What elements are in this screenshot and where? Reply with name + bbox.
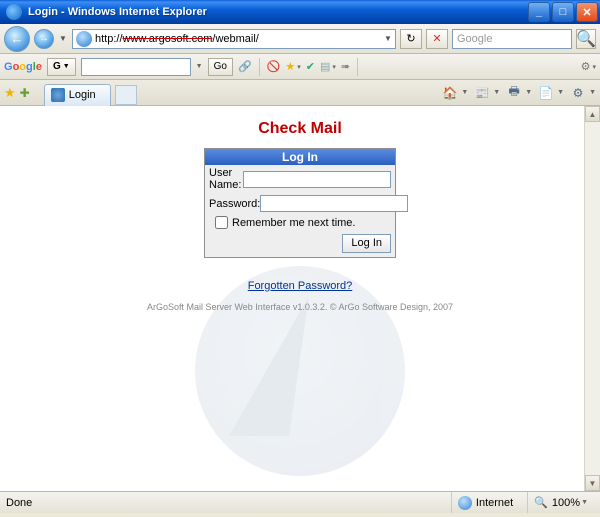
tab-favicon bbox=[51, 88, 65, 102]
remember-checkbox[interactable] bbox=[215, 216, 228, 229]
google-autofill-icon[interactable]: ▤ bbox=[320, 60, 330, 73]
page-footer-text: ArGoSoft Mail Server Web Interface v1.0.… bbox=[0, 302, 600, 312]
google-toolbar: Google G▼ ▼ Go 🔗 🚫 ★▾ ✔ ▤▾ ➠ ⚙▾ bbox=[0, 54, 600, 80]
search-box[interactable]: Google bbox=[452, 29, 572, 49]
login-panel: Log In User Name: Password: Remember me … bbox=[204, 148, 396, 258]
separator bbox=[259, 58, 260, 76]
password-label: Password: bbox=[209, 198, 260, 210]
minimize-button[interactable]: _ bbox=[528, 2, 550, 22]
window-title: Login - Windows Internet Explorer bbox=[26, 6, 526, 18]
tools-button[interactable]: ⚙ bbox=[570, 85, 586, 101]
username-label: User Name: bbox=[209, 167, 243, 191]
stop-button[interactable]: ✕ bbox=[426, 29, 448, 49]
stop-icon: ✕ bbox=[432, 32, 441, 45]
content-area: Check Mail Log In User Name: Password: R… bbox=[0, 106, 600, 491]
back-button[interactable]: ← bbox=[4, 26, 30, 52]
zoom-icon: 🔍 bbox=[534, 496, 548, 509]
url-text: http://www.argosoft.com/webmail/ bbox=[95, 33, 381, 45]
google-search-dropdown[interactable]: ▼ bbox=[196, 63, 203, 70]
google-link-icon[interactable]: 🔗 bbox=[238, 60, 252, 73]
status-bar: Done Internet 🔍 100% ▼ bbox=[0, 491, 600, 513]
status-zone-internet: Internet bbox=[451, 492, 519, 513]
zoom-value: 100% bbox=[552, 497, 580, 509]
vertical-scrollbar[interactable]: ▲ ▼ bbox=[584, 106, 600, 491]
tab-login[interactable]: Login bbox=[44, 84, 111, 106]
google-bookmark-icon[interactable]: ★ bbox=[285, 60, 295, 73]
address-dropdown-icon[interactable]: ▼ bbox=[381, 34, 395, 43]
search-placeholder: Google bbox=[457, 33, 492, 45]
status-text: Done bbox=[6, 497, 32, 509]
window-titlebar: Login - Windows Internet Explorer _ □ ✕ bbox=[0, 0, 600, 24]
nav-history-dropdown[interactable]: ▼ bbox=[58, 29, 68, 49]
google-check-icon[interactable]: ✔ bbox=[306, 60, 315, 73]
zoom-control[interactable]: 🔍 100% ▼ bbox=[527, 492, 594, 513]
zoom-dropdown-icon[interactable]: ▼ bbox=[581, 499, 588, 506]
add-favorite-icon[interactable]: ✚ bbox=[20, 86, 30, 100]
feeds-button[interactable]: 📰 bbox=[474, 85, 490, 101]
maximize-button[interactable]: □ bbox=[552, 2, 574, 22]
search-button[interactable]: 🔍 bbox=[576, 29, 596, 49]
scroll-down-button[interactable]: ▼ bbox=[585, 475, 600, 491]
background-logo bbox=[195, 266, 405, 476]
search-icon: 🔍 bbox=[576, 29, 596, 49]
google-send-icon[interactable]: ➠ bbox=[341, 60, 350, 73]
password-input[interactable] bbox=[260, 195, 408, 212]
home-button[interactable]: 🏠 bbox=[442, 85, 458, 101]
google-popup-icon[interactable]: 🚫 bbox=[267, 60, 281, 73]
login-button[interactable]: Log In bbox=[342, 234, 391, 253]
forgot-password-link[interactable]: Forgotten Password? bbox=[248, 280, 353, 292]
forward-button[interactable]: → bbox=[34, 29, 54, 49]
new-tab-button[interactable] bbox=[115, 85, 137, 105]
google-go-button[interactable]: Go bbox=[208, 58, 233, 76]
page-button[interactable]: 📄 bbox=[538, 85, 554, 101]
site-icon bbox=[76, 31, 92, 47]
refresh-icon: ↻ bbox=[406, 32, 415, 45]
google-search-input[interactable] bbox=[81, 58, 191, 76]
separator bbox=[357, 58, 358, 76]
internet-zone-icon bbox=[458, 496, 472, 510]
favorites-star-icon[interactable]: ★ bbox=[4, 85, 16, 101]
nav-toolbar: ← → ▼ http://www.argosoft.com/webmail/ ▼… bbox=[0, 24, 600, 54]
google-settings-icon[interactable]: ⚙ bbox=[581, 60, 591, 73]
zone-label: Internet bbox=[476, 497, 513, 509]
google-logo: Google bbox=[4, 61, 42, 73]
close-button[interactable]: ✕ bbox=[576, 2, 598, 22]
tab-label: Login bbox=[69, 89, 96, 101]
tab-bar: ★ ✚ Login 🏠▼ 📰▼ 🖶▼ 📄▼ ⚙▼ bbox=[0, 80, 600, 106]
google-menu-button[interactable]: G▼ bbox=[47, 58, 76, 76]
login-panel-header: Log In bbox=[205, 149, 395, 165]
username-input[interactable] bbox=[243, 171, 391, 188]
page-heading: Check Mail bbox=[0, 120, 600, 138]
refresh-button[interactable]: ↻ bbox=[400, 29, 422, 49]
print-button[interactable]: 🖶 bbox=[506, 85, 522, 101]
ie-icon bbox=[6, 4, 22, 20]
address-bar[interactable]: http://www.argosoft.com/webmail/ ▼ bbox=[72, 29, 396, 49]
remember-label: Remember me next time. bbox=[232, 217, 355, 229]
